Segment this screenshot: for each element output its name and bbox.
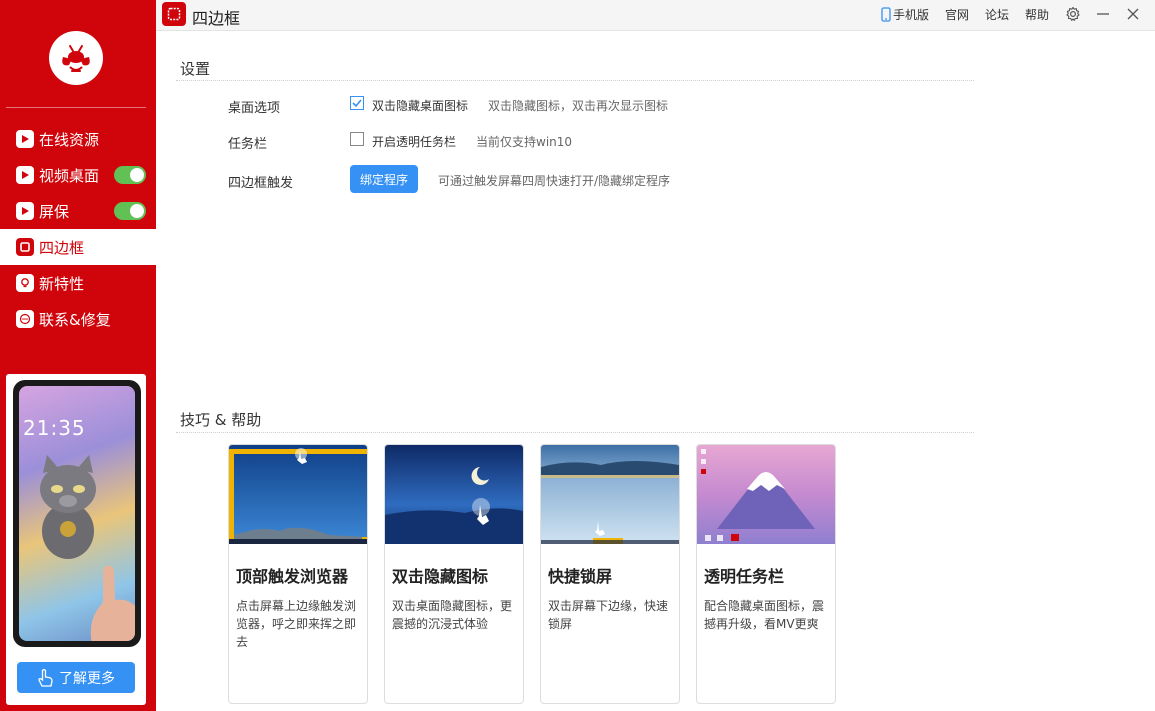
sidebar-item-label: 视频桌面	[39, 166, 100, 185]
gear-icon	[1066, 6, 1080, 21]
double-click-hide-thumbnail	[385, 445, 523, 544]
card-description: 配合隐藏桌面图标，震撼再升级，看MV更爽	[704, 599, 825, 631]
app-logo	[49, 31, 103, 85]
bulb-icon	[16, 274, 34, 292]
checkmark-icon	[352, 99, 362, 108]
sidebar-item-label: 新特性	[39, 274, 85, 293]
frame-icon	[167, 7, 181, 21]
transparent-taskbar-hint: 当前仅支持win10	[476, 135, 573, 149]
help-card-top-browser[interactable]: 顶部触发浏览器 点击屏幕上边缘触发浏览器，呼之即来挥之即去	[228, 444, 368, 704]
hide-desktop-icons-label: 双击隐藏桌面图标	[372, 99, 469, 113]
bind-program-hint: 可通过触发屏幕四周快速打开/隐藏绑定程序	[438, 174, 671, 188]
cat-illustration-icon	[40, 455, 96, 559]
play-icon	[16, 166, 34, 184]
taskbar-label: 任务栏	[228, 137, 268, 152]
learn-more-button[interactable]: 了解更多	[17, 662, 135, 693]
hide-desktop-icons-checkbox[interactable]	[350, 96, 364, 110]
sidebar-item-online-resources[interactable]: 在线资源	[0, 121, 156, 157]
card-title: 快捷锁屏	[548, 567, 613, 586]
play-icon	[16, 130, 34, 148]
card-description: 双击屏幕下边缘，快速锁屏	[548, 599, 669, 631]
sidebar-item-label: 联系&修复	[39, 310, 111, 329]
settings-section-title: 设置	[180, 60, 211, 78]
card-title: 顶部触发浏览器	[236, 567, 349, 586]
minimize-icon	[1097, 13, 1109, 15]
play-icon	[16, 202, 34, 220]
close-icon	[1127, 8, 1139, 20]
help-card-transparent-taskbar[interactable]: 透明任务栏 配合隐藏桌面图标，震撼再升级，看MV更爽	[696, 444, 836, 704]
firefly-logo-icon	[62, 45, 90, 72]
help-link[interactable]: 帮助	[1025, 6, 1049, 23]
window-title: 四边框	[192, 9, 241, 28]
screensaver-toggle[interactable]	[114, 202, 146, 220]
transparent-taskbar-label: 开启透明任务栏	[372, 135, 457, 149]
bind-program-button[interactable]: 绑定程序	[350, 165, 418, 193]
frame-icon	[16, 238, 34, 256]
close-button[interactable]	[1125, 6, 1141, 22]
app-icon	[162, 2, 186, 26]
chat-icon	[16, 310, 34, 328]
card-description: 点击屏幕上边缘触发浏览器，呼之即来挥之即去	[236, 599, 357, 649]
hide-desktop-icons-hint: 双击隐藏图标，双击再次显示图标	[488, 99, 669, 113]
pointing-hand-icon	[90, 565, 135, 641]
video-desktop-toggle[interactable]	[114, 166, 146, 184]
quick-lock-thumbnail	[541, 445, 679, 544]
help-card-quick-lock[interactable]: 快捷锁屏 双击屏幕下边缘，快速锁屏	[540, 444, 680, 704]
forum-link[interactable]: 论坛	[985, 6, 1009, 23]
sidebar: 在线资源 视频桌面 屏保 四边框 新特性 联系&修复 21:35 了解更多	[0, 0, 156, 711]
sidebar-item-four-border[interactable]: 四边框	[0, 229, 156, 265]
official-site-link[interactable]: 官网	[945, 6, 969, 23]
transparent-taskbar-thumbnail	[697, 445, 835, 544]
card-title: 双击隐藏图标	[392, 567, 489, 586]
hand-cursor-icon	[38, 668, 53, 687]
section-divider	[176, 80, 974, 81]
sidebar-item-label: 屏保	[39, 202, 70, 221]
four-border-trigger-label: 四边框触发	[228, 176, 294, 191]
desktop-options-label: 桌面选项	[228, 101, 281, 116]
promo-panel: 21:35 了解更多	[6, 374, 146, 705]
card-title: 透明任务栏	[704, 567, 785, 586]
title-bar: 四边框 手机版 官网 论坛 帮助	[156, 0, 1155, 31]
phone-clock: 21:35	[23, 416, 86, 440]
sidebar-item-label: 在线资源	[39, 130, 100, 149]
settings-button[interactable]	[1065, 6, 1081, 22]
phone-illustration: 21:35	[13, 380, 141, 647]
sidebar-item-video-desktop[interactable]: 视频桌面	[0, 157, 156, 193]
sidebar-nav: 在线资源 视频桌面 屏保 四边框 新特性 联系&修复	[0, 121, 156, 337]
help-card-hide-icons[interactable]: 双击隐藏图标 双击桌面隐藏图标，更震撼的沉浸式体验	[384, 444, 524, 704]
section-divider	[176, 432, 974, 433]
mobile-version-link[interactable]: 手机版	[881, 6, 929, 23]
app-window: 在线资源 视频桌面 屏保 四边框 新特性 联系&修复 21:35 了解更多 四边…	[0, 0, 1155, 711]
top-trigger-thumbnail	[229, 445, 367, 544]
sidebar-item-screensaver[interactable]: 屏保	[0, 193, 156, 229]
learn-more-label: 了解更多	[59, 670, 115, 687]
sidebar-item-new-features[interactable]: 新特性	[0, 265, 156, 301]
sidebar-item-label: 四边框	[39, 238, 85, 257]
top-links: 手机版 官网 论坛 帮助	[881, 0, 1155, 28]
sidebar-divider	[6, 107, 146, 108]
card-description: 双击桌面隐藏图标，更震撼的沉浸式体验	[392, 599, 513, 631]
transparent-taskbar-checkbox[interactable]	[350, 132, 364, 146]
help-section-title: 技巧 & 帮助	[180, 411, 262, 429]
sidebar-item-contact-repair[interactable]: 联系&修复	[0, 301, 156, 337]
mobile-version-label: 手机版	[892, 7, 929, 22]
minimize-button[interactable]	[1095, 6, 1111, 22]
mobile-phone-icon	[881, 6, 891, 22]
phone-screen: 21:35	[19, 386, 135, 641]
